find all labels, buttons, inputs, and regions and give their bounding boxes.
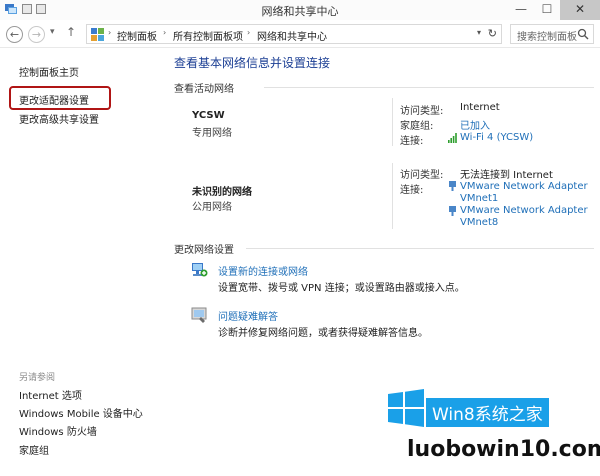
connection-label: 连接:	[400, 185, 424, 196]
network-type: 专用网络	[192, 128, 232, 139]
address-toolbar: ← → ▾ ↑ › 控制面板 › 所有控制面板项 › 网络和共享中心 ▾ ↻ 搜…	[0, 20, 600, 48]
network-adapter-icon	[449, 206, 456, 216]
breadcrumb-separator[interactable]: ›	[108, 28, 111, 37]
close-button[interactable]: ✕	[560, 0, 600, 20]
sidebar-item-advanced-sharing[interactable]: 更改高级共享设置	[19, 111, 99, 126]
back-button[interactable]: ←	[6, 26, 23, 43]
access-type-value: Internet	[460, 102, 500, 113]
see-also-internet-options[interactable]: Internet 选项	[19, 387, 82, 402]
breadcrumb-separator[interactable]: ›	[247, 28, 250, 37]
breadcrumb[interactable]: › 控制面板 › 所有控制面板项 › 网络和共享中心 ▾ ↻	[86, 24, 502, 44]
network-adapter-icon	[449, 181, 456, 191]
search-input[interactable]: 搜索控制面板	[517, 28, 577, 43]
search-icon[interactable]	[577, 28, 589, 40]
access-type-label: 访问类型:	[400, 170, 444, 181]
breadcrumb-control-panel[interactable]: 控制面板	[117, 28, 157, 43]
wifi-signal-icon	[448, 133, 457, 143]
sidebar-item-change-adapter-settings[interactable]: 更改适配器设置	[19, 92, 89, 107]
page-title: 查看基本网络信息并设置连接	[174, 56, 331, 70]
network-setup-icon	[192, 263, 208, 277]
troubleshoot-icon	[191, 307, 207, 323]
watermark-brand: Win8系统之家	[426, 398, 549, 427]
adapter-link-vmnet8-sub[interactable]: VMnet8	[460, 217, 498, 228]
adapter-link-vmnet8[interactable]: VMware Network Adapter	[460, 205, 588, 216]
adapter-link-vmnet1-sub[interactable]: VMnet1	[460, 193, 498, 204]
breadcrumb-separator[interactable]: ›	[163, 28, 166, 37]
address-dropdown-icon[interactable]: ▾	[477, 28, 481, 37]
forward-button[interactable]: →	[28, 26, 45, 43]
column-divider	[392, 98, 393, 146]
breadcrumb-network-center[interactable]: 网络和共享中心	[257, 28, 327, 43]
column-divider	[392, 163, 393, 229]
title-bar: 网络和共享中心 — ☐ ✕	[0, 0, 600, 20]
section-divider	[264, 87, 594, 88]
access-type-value: 无法连接到 Internet	[460, 170, 553, 181]
change-settings-heading: 更改网络设置	[174, 245, 234, 256]
maximize-button[interactable]: ☐	[534, 0, 560, 20]
control-panel-icon	[91, 28, 104, 41]
connection-label: 连接:	[400, 136, 424, 147]
homegroup-link[interactable]: 已加入	[460, 117, 490, 132]
homegroup-label: 家庭组:	[400, 121, 434, 132]
see-also-heading: 另请参阅	[19, 373, 56, 383]
setup-connection-link[interactable]: 设置新的连接或网络	[218, 263, 308, 278]
see-also-windows-firewall[interactable]: Windows 防火墙	[19, 423, 97, 438]
access-type-label: 访问类型:	[400, 106, 444, 117]
active-networks-heading: 查看活动网络	[174, 84, 234, 95]
refresh-icon[interactable]: ↻	[488, 27, 497, 40]
up-button[interactable]: ↑	[66, 25, 76, 39]
minimize-button[interactable]: —	[508, 0, 534, 20]
adapter-link-vmnet1[interactable]: VMware Network Adapter	[460, 181, 588, 192]
sidebar-item-control-panel-home[interactable]: 控制面板主页	[19, 64, 79, 79]
search-box[interactable]: 搜索控制面板	[510, 24, 594, 44]
see-also-homegroup[interactable]: 家庭组	[19, 442, 49, 457]
troubleshoot-desc: 诊断并修复网络问题，或者获得疑难解答信息。	[218, 328, 428, 339]
troubleshoot-link[interactable]: 问题疑难解答	[218, 308, 278, 323]
watermark-url: luobowin10.com	[407, 437, 600, 462]
wifi-connection-link[interactable]: Wi-Fi 4 (YCSW)	[460, 132, 533, 143]
network-name: 未识别的网络	[192, 187, 252, 198]
see-also-windows-mobile[interactable]: Windows Mobile 设备中心	[19, 405, 143, 420]
recent-locations-button[interactable]: ▾	[50, 27, 55, 37]
setup-connection-desc: 设置宽带、拨号或 VPN 连接；或设置路由器或接入点。	[218, 283, 465, 294]
network-type: 公用网络	[192, 202, 232, 213]
section-divider	[246, 248, 594, 249]
network-name: YCSW	[192, 110, 225, 121]
breadcrumb-all-items[interactable]: 所有控制面板项	[173, 28, 243, 43]
windows-logo-icon	[388, 389, 424, 427]
